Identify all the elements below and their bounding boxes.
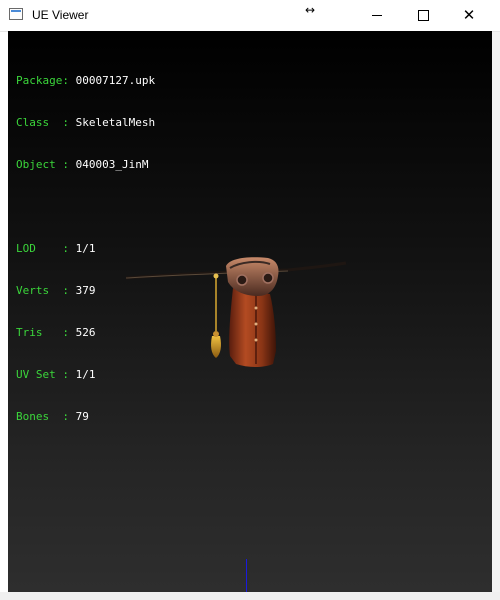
info-label: Class : [16, 116, 76, 129]
info-row-object: Object : 040003_JinM [16, 158, 155, 172]
info-label: UV Set : [16, 368, 76, 381]
info-label: Bones : [16, 410, 76, 423]
info-row-package: Package: 00007127.upk [16, 74, 155, 88]
close-button[interactable]: ✕ [446, 0, 492, 31]
info-value: 526 [75, 326, 96, 339]
window-title: UE Viewer [32, 8, 89, 22]
window-bottom-border [0, 592, 500, 600]
info-value: SkeletalMesh [75, 116, 156, 129]
ue-viewer-app-icon[interactable] [9, 8, 23, 20]
3d-viewport[interactable]: Package: 00007127.upk Class : SkeletalMe… [8, 31, 492, 592]
info-value: 79 [75, 410, 89, 423]
maximize-button[interactable] [400, 0, 446, 31]
info-value: 1/1 [75, 368, 96, 381]
info-label: Package: [16, 74, 76, 87]
info-value: 00007127.upk [75, 74, 156, 87]
close-icon: ✕ [462, 6, 476, 24]
info-label: LOD : [16, 242, 76, 255]
info-value: 040003_JinM [75, 158, 149, 171]
ue-viewer-window: UE Viewer ↔ ✕ Package: 00007127.upk Clas… [0, 0, 500, 600]
info-value: 1/1 [75, 242, 96, 255]
info-label: Verts : [16, 284, 76, 297]
info-label: Object : [16, 158, 76, 171]
resize-horizontal-icon: ↔ [305, 3, 316, 17]
title-bar[interactable]: UE Viewer ↔ ✕ [0, 0, 500, 32]
model-body [229, 288, 276, 367]
skeletal-mesh-model[interactable] [118, 246, 358, 376]
maximize-icon [417, 10, 429, 21]
info-value: 379 [75, 284, 96, 297]
model-tassel [211, 273, 221, 358]
info-row-bones: Bones : 79 [16, 410, 155, 424]
minimize-button[interactable] [354, 0, 400, 31]
info-label: Tris : [16, 326, 76, 339]
info-row-class: Class : SkeletalMesh [16, 116, 155, 130]
axis-indicator [246, 559, 247, 592]
minimize-icon [372, 15, 382, 16]
